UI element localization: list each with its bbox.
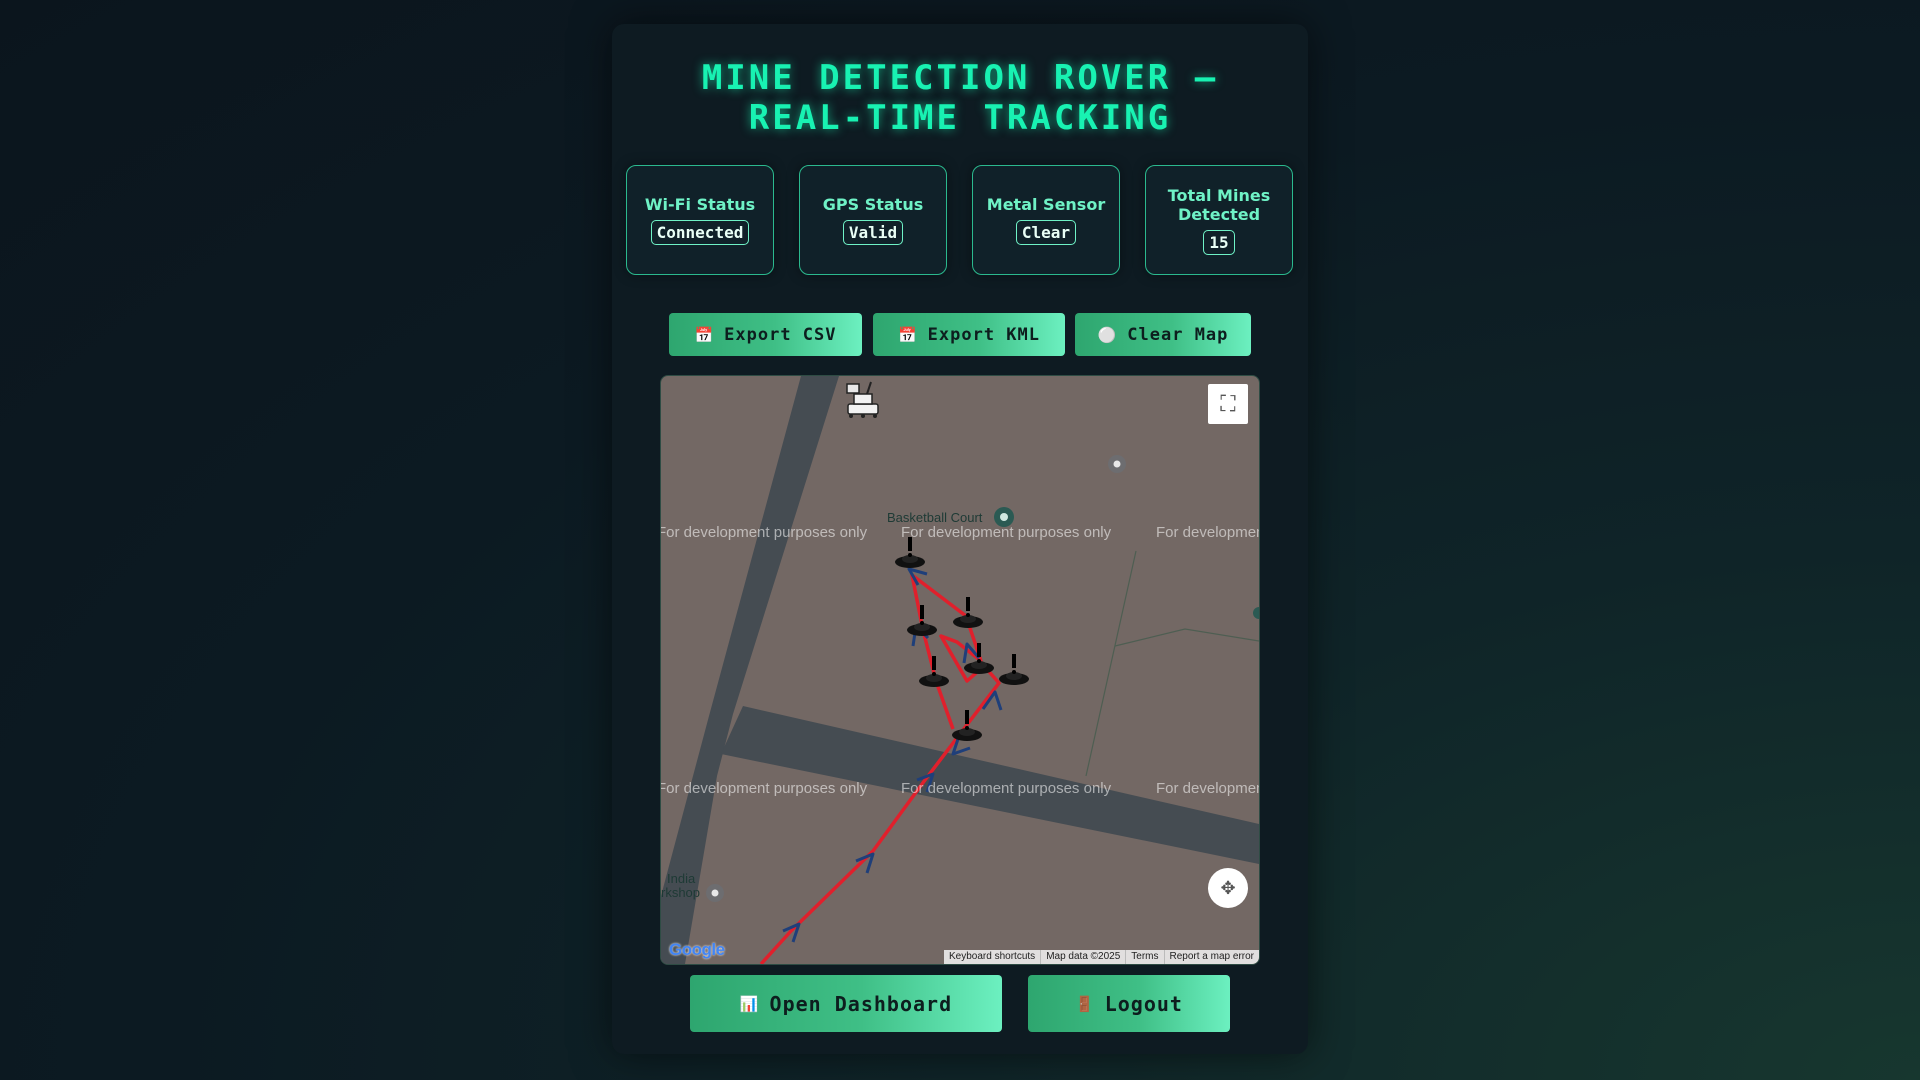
clear-map-label: Clear Map (1127, 324, 1229, 345)
poi-pin-icon[interactable] (1253, 607, 1259, 619)
wifi-status-value: Connected (650, 220, 750, 245)
keyboard-shortcuts-link[interactable]: Keyboard shortcuts (944, 950, 1040, 964)
metal-sensor-label: Metal Sensor (986, 195, 1106, 214)
export-kml-label: Export KML (927, 324, 1041, 345)
calendar-icon: 📅 (897, 325, 918, 344)
poi-india-label[interactable]: India (667, 871, 695, 886)
clear-map-button[interactable]: ⚪ Clear Map (1075, 313, 1251, 356)
mine-marker-icon (953, 597, 983, 628)
boundary-line (1085, 550, 1137, 777)
export-csv-label: Export CSV (724, 324, 837, 345)
map-canvas[interactable] (661, 376, 1259, 964)
fullscreen-button[interactable]: ⛶ (1208, 384, 1248, 424)
metal-sensor-card: Metal Sensor Clear (972, 165, 1120, 275)
gps-status-value: Valid (842, 220, 904, 245)
page-title-text: Mine Detection Rover – Real-Time Trackin… (701, 58, 1219, 138)
logout-label: Logout (1104, 991, 1183, 1016)
google-logo-text: Google (669, 940, 725, 959)
map-attribution: Keyboard shortcuts Map data ©2025 Terms … (944, 950, 1259, 964)
mines-detected-label: Total Mines Detected (1167, 185, 1271, 224)
open-dashboard-label: Open Dashboard (769, 991, 953, 1016)
fullscreen-icon: ⛶ (1220, 391, 1236, 417)
basketball-court-label[interactable]: Basketball Court (887, 510, 982, 525)
circle-icon: ⚪ (1097, 325, 1118, 344)
mine-marker-icon (999, 654, 1029, 685)
open-dashboard-button[interactable]: 📊 Open Dashboard (690, 975, 1002, 1032)
terms-link[interactable]: Terms (1125, 950, 1163, 964)
chart-icon: 📊 (739, 994, 760, 1013)
map-view[interactable]: For development purposes only For develo… (660, 375, 1260, 965)
map-data-text: Map data ©2025 (1040, 950, 1125, 964)
gps-status-card: GPS Status Valid (799, 165, 947, 275)
move-arrows-icon: ✥ (1220, 877, 1236, 899)
poi-workshop-label[interactable]: rkshop (661, 885, 700, 900)
camera-control-button[interactable]: ✥ (1208, 868, 1248, 908)
export-csv-button[interactable]: 📅 Export CSV (669, 313, 862, 356)
door-icon: 🚪 (1075, 994, 1095, 1013)
metal-sensor-value: Clear (1015, 220, 1077, 245)
google-logo[interactable]: Google (669, 940, 725, 960)
calendar-icon: 📅 (694, 325, 715, 344)
export-kml-button[interactable]: 📅 Export KML (873, 313, 1065, 356)
mines-detected-card: Total Mines Detected 15 (1145, 165, 1293, 275)
watermark-text: For development purposes only (901, 524, 1112, 541)
boundary-line (1114, 628, 1259, 647)
wifi-status-card: Wi-Fi Status Connected (626, 165, 774, 275)
mines-detected-value: 15 (1203, 229, 1235, 255)
rover-icon (846, 381, 879, 418)
basketball-court-pin-dot (1000, 513, 1008, 521)
wifi-status-label: Wi-Fi Status (644, 195, 756, 214)
logout-button[interactable]: 🚪 Logout (1028, 975, 1230, 1032)
school-icon-dot (1113, 460, 1121, 468)
mine-marker-icon (895, 537, 925, 568)
school-icon-dot (711, 889, 719, 897)
watermark-text: For development purposes only (660, 524, 868, 541)
watermark-text: For development purposes only (901, 780, 1112, 797)
page-title: Mine Detection Rover – Real-Time Trackin… (0, 58, 1920, 138)
watermark-text: For development purposes only (1156, 524, 1260, 541)
report-error-link[interactable]: Report a map error (1163, 950, 1259, 964)
watermark-text: For development purposes only (660, 780, 868, 797)
watermark-text: For development purposes only (1156, 780, 1260, 797)
gps-status-label: GPS Status (822, 195, 924, 214)
